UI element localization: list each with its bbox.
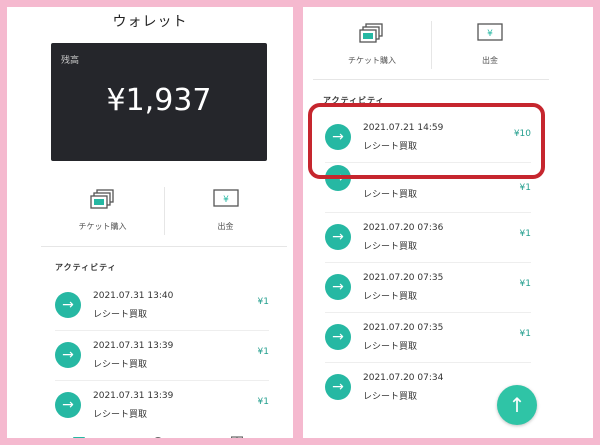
arrow-right-icon: →	[55, 292, 81, 318]
transaction-description: レシート買取	[363, 242, 418, 252]
svg-text:¥: ¥	[223, 195, 229, 205]
ticket-icon	[359, 23, 385, 47]
transaction-date: 2021.07.31 13:40	[93, 291, 174, 301]
transaction-row[interactable]: → 2021.07.20 07:35 レシート買取 ¥1	[325, 313, 531, 363]
grid-icon[interactable]	[230, 429, 244, 438]
transaction-date: 2021.07.20 07:35	[363, 323, 444, 333]
transaction-amount: ¥1	[519, 329, 531, 339]
transaction-date: 2021.07.20 07:36	[363, 223, 444, 233]
transaction-amount: ¥1	[257, 297, 269, 307]
yen-card-icon: ¥	[212, 189, 239, 213]
svg-text:¥: ¥	[487, 29, 493, 39]
transaction-date: 2021.07.31 13:39	[93, 341, 174, 351]
transaction-description: レシート買取	[363, 342, 418, 352]
section-divider	[313, 79, 549, 80]
withdraw-label: 出金	[217, 222, 234, 231]
transaction-description: レシート買取	[93, 410, 148, 420]
transaction-date: 2021.07.20 07:34	[363, 373, 444, 383]
wallet-icon[interactable]	[73, 429, 85, 438]
transaction-description: レシート買取	[363, 392, 418, 402]
page-title: ウォレット	[112, 14, 188, 30]
buy-ticket-label: チケット購入	[78, 222, 127, 231]
wallet-screen-right: チケット購入 ¥ 出金 アクティビティ → 2021.07.21 14:59 レ…	[303, 7, 593, 438]
transaction-amount: ¥1	[519, 279, 531, 289]
transaction-row[interactable]: → 2021.07.20 07:36 レシート買取 ¥1	[325, 213, 531, 263]
section-divider	[41, 246, 287, 247]
withdraw-button[interactable]: ¥ 出金	[431, 17, 549, 73]
arrow-up-icon: ↑	[508, 393, 526, 417]
balance-label: 残高	[61, 56, 80, 66]
transaction-description: レシート買取	[363, 190, 418, 200]
transaction-date: 2021.07.31 13:39	[93, 391, 174, 401]
home-icon[interactable]	[152, 429, 164, 438]
arrow-right-icon: →	[325, 274, 351, 300]
transaction-row[interactable]: → 2021.07.31 13:39 レシート買取 ¥1	[55, 331, 269, 381]
transaction-description: レシート買取	[93, 360, 148, 370]
buy-ticket-label: チケット購入	[348, 56, 396, 65]
arrow-right-icon: →	[55, 342, 81, 368]
transaction-description: レシート買取	[93, 310, 148, 320]
arrow-right-icon: →	[325, 374, 351, 400]
wallet-actions: チケット購入 ¥ 出金	[313, 17, 549, 73]
withdraw-button[interactable]: ¥ 出金	[164, 183, 287, 239]
transaction-date: 2021.07.20 07:35	[363, 273, 444, 283]
transaction-row[interactable]: → 2021.07.31 13:40 レシート買取 ¥1	[55, 281, 269, 331]
transaction-row[interactable]: → 2021.07.31 13:39 レシート買取 ¥1	[55, 381, 269, 431]
yen-card-icon: ¥	[477, 23, 503, 47]
ticket-icon	[89, 189, 116, 213]
activity-title: アクティビティ	[55, 263, 117, 272]
transaction-amount: ¥1	[519, 229, 531, 239]
scroll-top-button[interactable]: ↑	[497, 385, 537, 425]
arrow-right-icon: →	[55, 392, 81, 418]
arrow-right-icon: →	[325, 324, 351, 350]
wallet-actions: チケット購入 ¥ 出金	[41, 183, 287, 239]
transaction-amount: ¥1	[257, 397, 269, 407]
transaction-amount: ¥1	[257, 347, 269, 357]
buy-ticket-button[interactable]: チケット購入	[313, 17, 431, 73]
bottom-nav	[7, 429, 293, 438]
transaction-amount: ¥1	[519, 183, 531, 193]
buy-ticket-button[interactable]: チケット購入	[41, 183, 164, 239]
balance-card: 残高 ¥1,937	[51, 43, 267, 161]
withdraw-label: 出金	[482, 56, 498, 65]
transaction-row[interactable]: → 2021.07.20 07:35 レシート買取 ¥1	[325, 263, 531, 313]
arrow-right-icon: →	[325, 224, 351, 250]
transaction-description: レシート買取	[363, 292, 418, 302]
highlight-annotation	[308, 103, 545, 179]
wallet-screen-left: ウォレット 残高 ¥1,937 チケット購入 ¥ 出金 アクティビティ → 20…	[7, 7, 293, 438]
balance-amount: ¥1,937	[106, 83, 212, 118]
